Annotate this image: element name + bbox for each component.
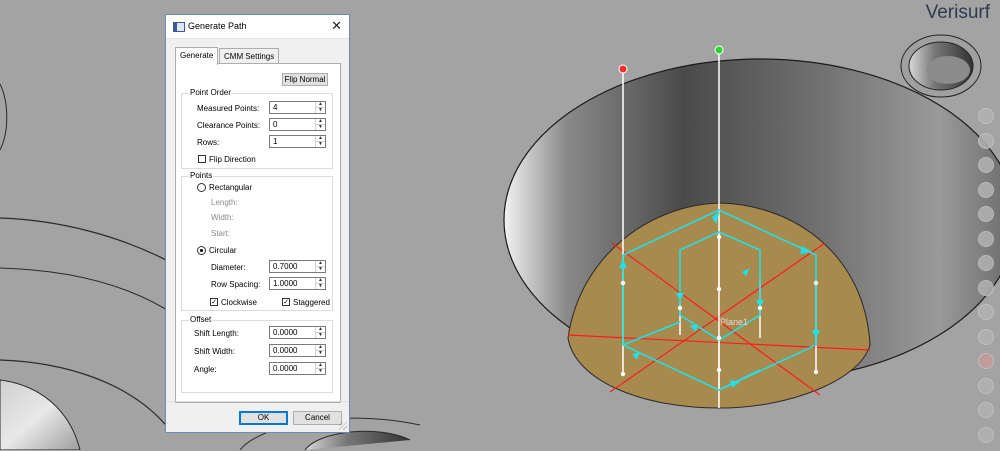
probe-end-marker[interactable] [714,45,724,55]
circular-label: Circular [209,246,237,255]
measured-points-spinner[interactable]: 4 ▲ ▼ [269,101,326,114]
staggered-label: Staggered [293,298,330,307]
clearance-points-label: Clearance Points: [197,121,261,130]
width-label: Width: [211,213,234,222]
view-tool-icon[interactable] [978,157,994,173]
spin-down-icon[interactable]: ▼ [316,125,325,130]
shift-width-label: Shift Width: [194,347,235,356]
spin-down-icon[interactable]: ▼ [316,351,325,356]
flip-direction-label: Flip Direction [209,155,256,164]
angle-spinner[interactable]: 0.0000 ▲ ▼ [269,362,326,375]
start-label: Start: [211,229,231,238]
dialog-titlebar[interactable]: Generate Path ✕ [166,15,349,39]
view-tool-icon[interactable] [978,255,994,271]
view-tool-icon[interactable] [978,230,994,247]
point-order-title: Point Order [189,88,232,97]
rectangular-label: Rectangular [209,183,253,192]
counterbore-hole [503,58,1000,409]
close-icon[interactable]: ✕ [331,18,342,34]
plane-label: Plane1 [720,317,748,327]
offset-title: Offset [189,315,213,324]
small-hole [900,34,982,98]
row-spacing-value: 1.0000 [273,279,298,288]
probe-start-marker[interactable] [618,64,628,74]
brand-logo: Verisurf [925,2,990,23]
spin-down-icon[interactable]: ▼ [316,333,325,338]
ok-button[interactable]: OK [239,411,288,425]
tab-generate[interactable]: Generate [175,47,219,65]
view-tool-icon[interactable] [978,206,994,222]
view-tool-icon[interactable] [978,353,994,369]
clearance-points-value: 0 [273,120,278,129]
flip-direction-checkbox[interactable] [198,155,206,163]
window-icon [173,22,185,32]
view-tool-icon[interactable] [978,279,994,296]
points-title: Points [189,171,214,180]
spin-down-icon[interactable]: ▼ [316,142,325,147]
resize-grip[interactable] [339,422,347,430]
diameter-spinner[interactable]: 0.7000 ▲ ▼ [269,260,326,273]
spin-down-icon[interactable]: ▼ [316,267,325,272]
cad-viewport[interactable]: Plane1 [0,0,1000,450]
shift-length-value: 0.0000 [273,328,298,337]
rows-spinner[interactable]: 1 ▲ ▼ [269,135,326,148]
cancel-button[interactable]: Cancel [293,411,342,425]
staggered-checkbox[interactable]: ✓ [282,298,290,306]
points-group [181,176,333,311]
view-tool-icon[interactable] [978,181,994,198]
rectangular-radio[interactable] [197,183,206,192]
circular-radio[interactable] [197,246,206,255]
footer-separator [166,401,349,402]
shift-length-label: Shift Length: [194,329,239,338]
generate-tab-panel: Flip Normal Point Order Measured Points:… [175,63,341,403]
rows-value: 1 [273,137,278,146]
view-tool-icon[interactable] [978,108,994,124]
generate-path-dialog: Generate Path ✕ Generate CMM Settings Fl… [165,14,350,433]
shift-length-spinner[interactable]: 0.0000 ▲ ▼ [269,326,326,339]
spin-down-icon[interactable]: ▼ [316,284,325,289]
diameter-label: Diameter: [211,263,246,272]
dialog-title: Generate Path [188,21,247,31]
rows-label: Rows: [197,138,220,147]
angle-label: Angle: [194,365,217,374]
view-tool-icon[interactable] [978,402,994,418]
row-spacing-label: Row Spacing: [211,280,261,289]
view-tool-icon[interactable] [978,132,994,149]
angle-value: 0.0000 [273,364,298,373]
view-tool-icon[interactable] [978,377,994,394]
clearance-points-spinner[interactable]: 0 ▲ ▼ [269,118,326,131]
clockwise-label: Clockwise [221,298,258,307]
view-tool-icon[interactable] [978,304,994,320]
diameter-value: 0.7000 [273,262,298,271]
view-tool-icon[interactable] [978,426,994,443]
shift-width-value: 0.0000 [273,346,298,355]
flip-normal-button[interactable]: Flip Normal [282,73,328,86]
spin-down-icon[interactable]: ▼ [316,369,325,374]
length-label: Length: [211,198,238,207]
measured-points-value: 4 [273,103,278,112]
tab-cmm-settings[interactable]: CMM Settings [219,48,280,64]
shift-width-spinner[interactable]: 0.0000 ▲ ▼ [269,344,326,357]
measured-points-label: Measured Points: [197,104,260,113]
row-spacing-spinner[interactable]: 1.0000 ▲ ▼ [269,277,326,290]
view-toolbar [978,108,996,451]
clockwise-checkbox[interactable]: ✓ [210,298,218,306]
spin-down-icon[interactable]: ▼ [316,108,325,113]
view-tool-icon[interactable] [978,328,994,345]
